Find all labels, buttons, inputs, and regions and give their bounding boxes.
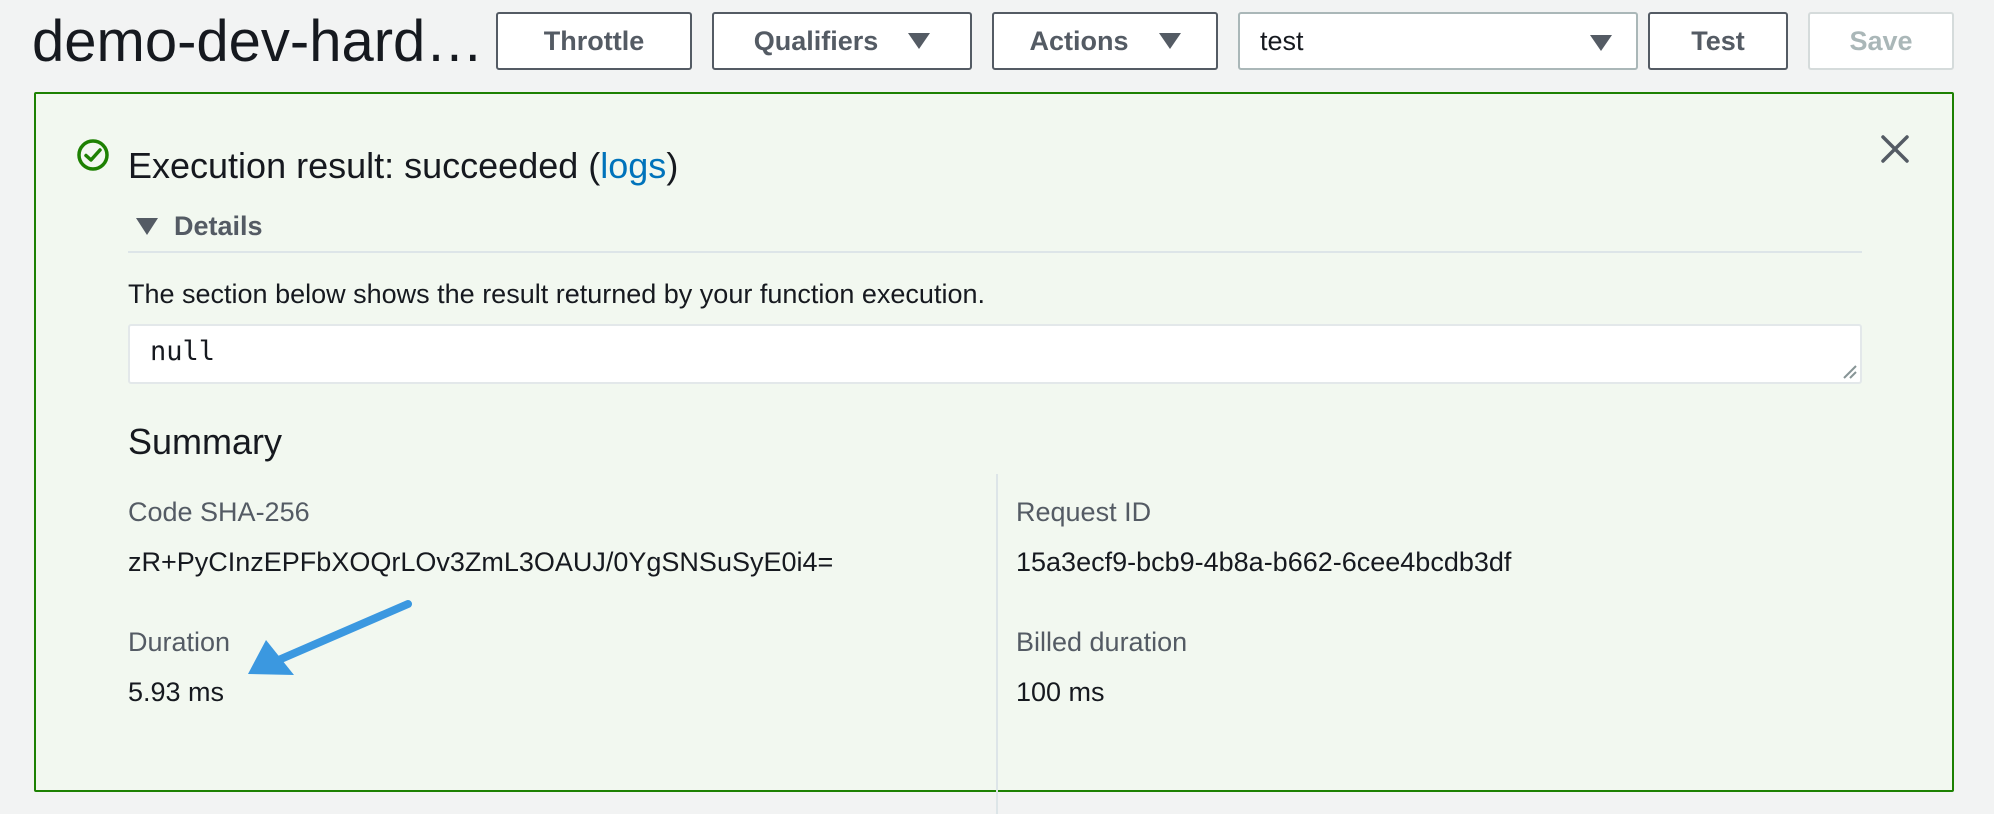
details-label: Details <box>174 210 263 241</box>
caret-down-icon <box>136 217 158 235</box>
test-button[interactable]: Test <box>1648 12 1788 70</box>
chevron-down-icon <box>1590 35 1612 51</box>
function-output-textarea[interactable]: null <box>128 324 1862 384</box>
result-heading-prefix: Execution result: succeeded ( <box>128 145 601 186</box>
code-sha-label: Code SHA-256 <box>128 497 310 527</box>
chevron-down-icon <box>908 33 931 49</box>
test-event-select-value: test <box>1260 25 1304 56</box>
summary-heading: Summary <box>128 421 283 462</box>
close-icon[interactable] <box>1878 132 1912 166</box>
function-output-value: null <box>150 336 216 367</box>
actions-button-label: Actions <box>1029 25 1129 56</box>
duration-value: 5.93 ms <box>128 677 225 707</box>
details-divider <box>128 251 1862 253</box>
chevron-down-icon <box>1158 33 1181 49</box>
save-button[interactable]: Save <box>1808 12 1954 70</box>
execution-result-heading: Execution result: succeeded (logs) <box>128 144 678 188</box>
function-header: demo-dev-hard… Throttle Qualifiers Actio… <box>0 0 1994 92</box>
test-button-label: Test <box>1691 25 1745 56</box>
duration-label: Duration <box>128 627 231 657</box>
arrow-annotation-icon <box>248 600 412 675</box>
details-toggle[interactable]: Details <box>136 206 263 246</box>
throttle-button-label: Throttle <box>543 25 645 56</box>
qualifiers-button-label: Qualifiers <box>753 25 879 56</box>
function-name-title: demo-dev-hard… <box>32 9 484 74</box>
billed-duration-label: Billed duration <box>1016 627 1188 657</box>
actions-dropdown-button[interactable]: Actions <box>992 12 1218 70</box>
result-heading-suffix: ) <box>666 145 679 186</box>
save-button-label: Save <box>1849 25 1913 56</box>
logs-link[interactable]: logs <box>600 145 666 186</box>
qualifiers-dropdown-button[interactable]: Qualifiers <box>712 12 972 70</box>
resize-handle-icon[interactable] <box>1840 362 1858 380</box>
throttle-button[interactable]: Throttle <box>496 12 692 70</box>
summary-column-divider <box>996 474 998 814</box>
request-id-label: Request ID <box>1016 497 1152 527</box>
request-id-value: 15a3ecf9-bcb9-4b8a-b662-6cee4bcdb3df <box>1016 547 1512 577</box>
code-sha-value: zR+PyCInzEPFbXOQrLOv3ZmL3OAUJ/0YgSNSuSyE… <box>128 547 834 577</box>
billed-duration-value: 100 ms <box>1016 677 1105 707</box>
test-event-select[interactable]: test <box>1238 12 1638 70</box>
check-circle-icon <box>77 139 109 171</box>
result-description: The section below shows the result retur… <box>128 279 985 309</box>
